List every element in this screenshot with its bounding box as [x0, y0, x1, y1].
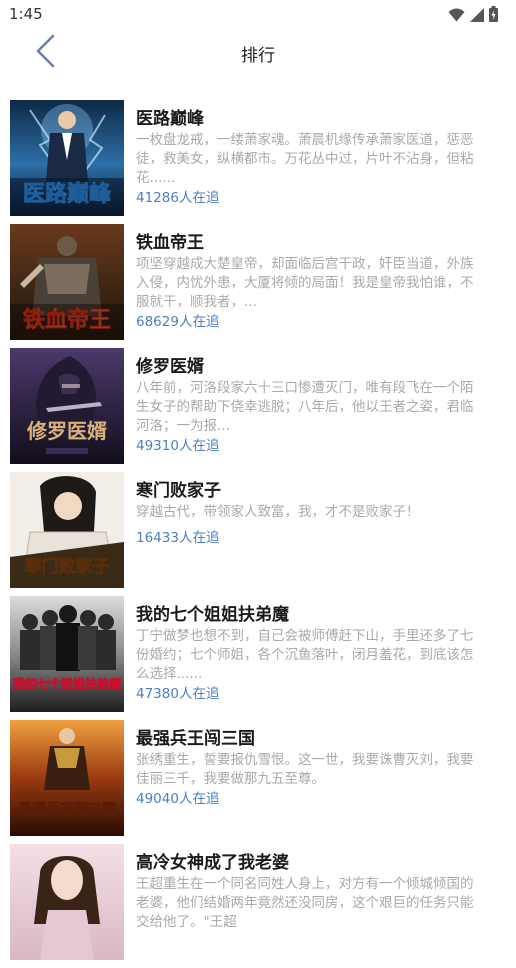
- book-title: 修罗医婿: [136, 357, 204, 377]
- cover-title: 修罗医婿: [26, 419, 107, 443]
- book-item[interactable]: 铁血帝王 铁血帝王 项坚穿越成大楚皇帝，却面临后宫干政，奸臣当道，外族入侵，内忧…: [0, 224, 516, 348]
- status-time: 1:45: [9, 5, 43, 23]
- book-title: 寒门败家子: [136, 481, 221, 501]
- follower-count: 41286人在追: [136, 190, 220, 206]
- book-title: 医路巅峰: [136, 109, 204, 129]
- book-cover: 我的七个姐姐扶弟魔: [10, 596, 124, 712]
- cover-title: 铁血帝王: [23, 307, 111, 333]
- follower-count: 47380人在追: [136, 686, 220, 702]
- cover-title: 寒门败家子: [25, 556, 110, 577]
- follower-count: 49310人在追: [136, 438, 220, 454]
- book-cover: 最强兵王闯三国: [10, 720, 124, 836]
- follower-count: 49040人在追: [136, 791, 220, 807]
- cellular-signal-icon: [470, 7, 484, 26]
- cover-title: 我的七个姐姐扶弟魔: [13, 676, 122, 691]
- book-cover: 医路巅峰: [10, 100, 124, 216]
- book-description: 张绣重生，誓要报仇雪恨。这一世，我要诛曹灭刘，我要佳丽三千，我要做那九五至尊。: [136, 752, 474, 787]
- book-title: 铁血帝王: [136, 233, 204, 253]
- book-item[interactable]: 高冷女神成了我老婆 王超重生在一个同名同姓人身上，对方有一个倾城倾国的老婆，他们…: [0, 844, 516, 968]
- book-title: 我的七个姐姐扶弟魔: [136, 605, 289, 625]
- follower-count: 16433人在追: [136, 530, 220, 546]
- ranking-list: 医路巅峰 医路巅峰 一枚盘龙戒，一缕萧家魂。萧晨机缘传承萧家医道，惩恶徒，救美女…: [0, 100, 516, 968]
- book-title: 最强兵王闯三国: [136, 729, 255, 749]
- book-description: 项坚穿越成大楚皇帝，却面临后宫干政，奸臣当道，外族入侵，内忧外患，大厦将倾的局面…: [136, 256, 474, 310]
- book-cover: 寒门败家子: [10, 472, 124, 588]
- wifi-icon: [448, 7, 465, 26]
- book-item[interactable]: 修罗医婿 修罗医婿 八年前，河洛段家六十三口惨遭灭门，唯有段飞在一个陌生女子的帮…: [0, 348, 516, 472]
- status-icons: [448, 6, 498, 26]
- follower-count: 68629人在追: [136, 314, 220, 330]
- book-item[interactable]: 最强兵王闯三国 最强兵王闯三国 张绣重生，誓要报仇雪恨。这一世，我要诛曹灭刘，我…: [0, 720, 516, 844]
- cover-title: 最强兵王闯三国: [18, 801, 116, 818]
- page-title: 排行: [241, 46, 275, 66]
- book-cover: 铁血帝王: [10, 224, 124, 340]
- book-description: 八年前，河洛段家六十三口惨遭灭门，唯有段飞在一个陌生女子的帮助下侥幸逃脱；八年后…: [136, 380, 474, 434]
- book-item[interactable]: 医路巅峰 医路巅峰 一枚盘龙戒，一缕萧家魂。萧晨机缘传承萧家医道，惩恶徒，救美女…: [0, 100, 516, 224]
- cover-title: 医路巅峰: [23, 181, 112, 207]
- book-description: 穿越古代，带领家人致富，我，才不是败家子！: [136, 504, 420, 520]
- book-cover: 修罗医婿: [10, 348, 124, 464]
- battery-icon: [489, 6, 498, 26]
- header: 排行: [0, 28, 516, 78]
- status-bar: 1:45: [0, 0, 516, 28]
- book-description: 一枚盘龙戒，一缕萧家魂。萧晨机缘传承萧家医道，惩恶徒，救美女，纵横都市。万花丛中…: [136, 132, 474, 186]
- book-cover: [10, 844, 124, 960]
- book-description: 王超重生在一个同名同姓人身上，对方有一个倾城倾国的老婆，他们结婚两年竟然还没同房…: [136, 876, 474, 930]
- book-description: 丁宁做梦也想不到，自己会被师傅赶下山，手里还多了七份婚约；七个师姐，各个沉鱼落叶…: [136, 628, 474, 682]
- book-title: 高冷女神成了我老婆: [136, 853, 289, 873]
- book-item[interactable]: 寒门败家子 寒门败家子 穿越古代，带领家人致富，我，才不是败家子！ 16433人…: [0, 472, 516, 596]
- book-item[interactable]: 我的七个姐姐扶弟魔 我的七个姐姐扶弟魔 丁宁做梦也想不到，自己会被师傅赶下山，手…: [0, 596, 516, 720]
